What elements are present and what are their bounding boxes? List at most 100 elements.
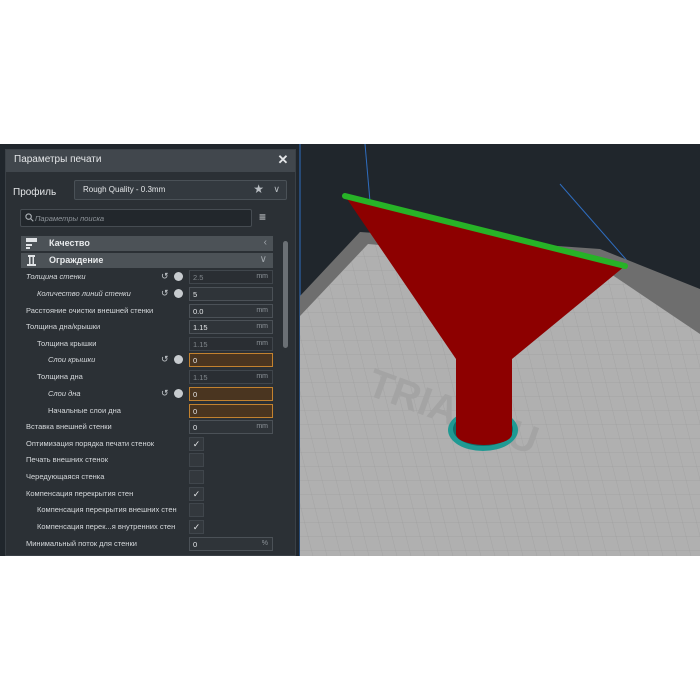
print-settings-panel: Параметры печати ✕ Профиль Rough Quality… [5,149,296,556]
setting-row: Толщина крышки 1.15 mm [6,336,284,352]
setting-row: Слои дна ↺ 0 [6,386,284,402]
checkbox[interactable] [189,470,204,484]
category-label: Качество [49,238,90,248]
setting-row: Слои крышки ↺ 0 [6,352,284,368]
setting-field[interactable]: 0.0 mm [189,304,273,318]
setting-label: Печать внешних стенок [26,455,108,464]
setting-row: Минимальный поток для стенки 0 % [6,536,284,552]
setting-row: Начальные слои дна 0 [6,403,284,419]
field-unit: mm [256,323,268,330]
function-icon[interactable] [174,355,183,364]
chevron-down-icon: ∨ [259,254,267,265]
setting-row: Чередующаяся стенка [6,469,284,485]
search-icon [25,213,34,222]
funnel-model-base [456,423,512,445]
chevron-left-icon: ‹ [263,237,267,248]
field-value: 1.15 [193,323,208,332]
reset-icon[interactable]: ↺ [161,355,169,364]
setting-label: Слои дна [48,389,81,398]
category-label: Ограждение [49,255,104,265]
setting-field[interactable]: 0 mm [189,420,273,434]
quality-icon [26,238,37,249]
setting-label: Расстояние очистки внешней стенки [26,306,154,315]
reset-icon[interactable]: ↺ [161,272,169,281]
close-button[interactable]: ✕ [276,152,290,168]
field-value: 0 [193,540,198,549]
checkbox[interactable]: ✓ [189,487,204,501]
setting-row: Компенсация перекрытия внешних стен [6,502,284,518]
field-value: 0.0 [193,307,204,316]
checkbox[interactable]: ✓ [189,437,204,451]
reset-icon[interactable]: ↺ [161,389,169,398]
setting-label: Слои крышки [48,355,96,364]
chevron-down-icon[interactable]: ∨ [273,184,280,195]
search-box[interactable] [20,209,252,227]
setting-row: Расстояние очистки внешней стенки 0.0 mm [6,303,284,319]
profile-label: Профиль [13,187,57,198]
field-unit: mm [256,340,268,347]
profile-value: Rough Quality - 0.3mm [83,185,166,194]
field-unit: mm [256,373,268,380]
setting-field[interactable]: 2.5 mm [189,270,273,284]
setting-row: Толщина дна 1.15 mm [6,369,284,385]
field-value: 0 [193,390,198,399]
checkbox[interactable] [189,453,204,467]
walls-icon [27,255,36,266]
panel-title: Параметры печати [14,154,102,165]
category-quality[interactable]: Качество ‹ [21,236,273,251]
function-icon[interactable] [174,289,183,298]
setting-row: Вставка внешней стенки 0 mm [6,419,284,435]
setting-label: Минимальный поток для стенки [26,539,137,548]
setting-row: Компенсация перек...я внутренних стен ✓ [6,519,284,535]
star-icon[interactable]: ★ [253,182,264,196]
setting-field[interactable]: 5 [189,287,273,301]
panel-header: Параметры печати ✕ [6,150,295,172]
reset-icon[interactable]: ↺ [161,289,169,298]
field-value: 0 [193,423,198,432]
field-value: 1.15 [193,373,208,382]
setting-label: Количество линий стенки [37,289,131,298]
setting-label: Толщина стенки [26,272,86,281]
setting-field[interactable]: 0 [189,353,273,367]
field-unit: mm [256,307,268,314]
category-walls[interactable]: Ограждение ∨ [21,253,273,268]
setting-field[interactable]: 1.15 mm [189,337,273,351]
field-value: 2.5 [193,273,204,282]
setting-label: Компенсация перекрытия стен [26,489,134,498]
setting-row: Компенсация перекрытия стен ✓ [6,486,284,502]
field-unit: mm [256,423,268,430]
setting-field[interactable]: 0 % [189,537,273,551]
function-icon[interactable] [174,272,183,281]
setting-label: Толщина дна [37,372,83,381]
checkbox[interactable] [189,503,204,517]
profile-select[interactable]: Rough Quality - 0.3mm ★ ∨ [74,180,287,200]
app-window: TRIANXU Параметры печати ✕ Профиль Rough… [0,144,700,556]
field-unit: % [261,540,268,547]
setting-field[interactable]: 0 [189,404,273,418]
field-unit: mm [256,273,268,280]
setting-label: Толщина крышки [37,339,97,348]
search-input[interactable] [35,211,245,225]
field-value: 5 [193,290,198,299]
setting-label: Толщина дна/крышки [26,322,101,331]
checkbox[interactable]: ✓ [189,520,204,534]
setting-field[interactable]: 1.15 mm [189,370,273,384]
function-icon[interactable] [174,389,183,398]
setting-field[interactable]: 1.15 mm [189,320,273,334]
setting-label: Начальные слои дна [48,406,121,415]
menu-icon[interactable]: ≡ [259,211,271,223]
setting-label: Вставка внешней стенки [26,422,112,431]
setting-field[interactable]: 0 [189,387,273,401]
setting-row: Толщина стенки ↺ 2.5 mm [6,269,284,285]
field-value: 0 [193,407,198,416]
setting-row: Толщина дна/крышки 1.15 mm [6,319,284,335]
setting-row: Количество линий стенки ↺ 5 [6,286,284,302]
setting-row: Оптимизация порядка печати стенок ✓ [6,436,284,452]
setting-label: Компенсация перек...я внутренних стен [37,522,176,531]
field-value: 1.15 [193,340,208,349]
field-value: 0 [193,356,198,365]
setting-row: Печать внешних стенок [6,452,284,468]
setting-label: Компенсация перекрытия внешних стен [37,505,177,514]
setting-label: Чередующаяся стенка [26,472,105,481]
setting-label: Оптимизация порядка печати стенок [26,439,155,448]
